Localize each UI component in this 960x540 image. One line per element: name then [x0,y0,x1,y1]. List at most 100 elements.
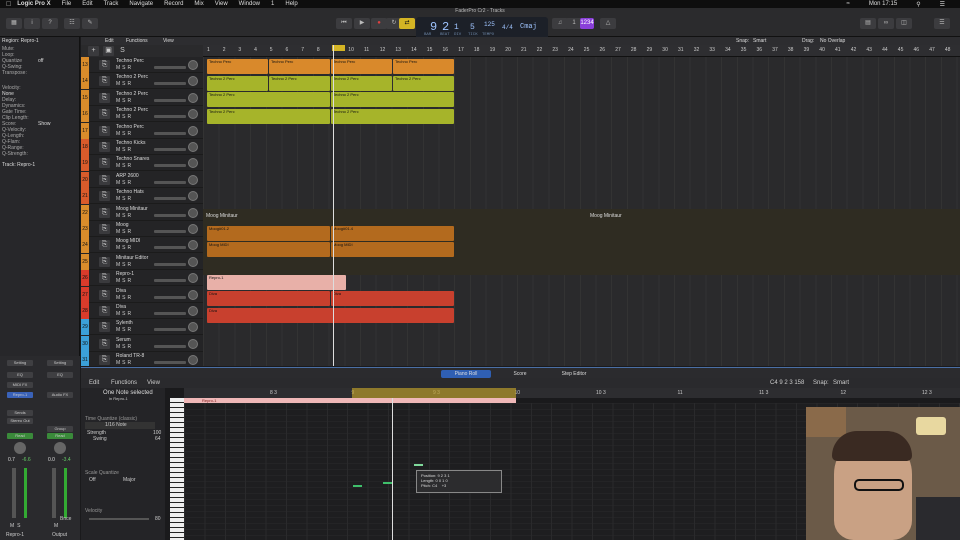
region-techno-perc[interactable]: Techno Perc [269,59,330,74]
eq-button-1[interactable]: EQ [7,372,33,378]
edit-menu[interactable]: Edit [105,38,114,44]
setting-button-2[interactable]: Setting [47,360,73,366]
track-instrument-icon[interactable]: ⎘ [99,224,110,234]
track-instrument-icon[interactable]: ⎘ [99,174,110,185]
playhead[interactable] [333,45,334,366]
track-volume-slider[interactable] [154,213,186,217]
solo-icon[interactable]: S [117,46,128,56]
rewind-button[interactable]: ⏮ [336,18,352,29]
region-techno-2-perc[interactable]: Techno 2 Perc [207,76,268,91]
track-instrument-icon[interactable]: ⎘ [99,338,110,349]
app-menu[interactable]: Logic Pro X [17,1,50,7]
track-header-22[interactable]: 22 ⎘ Moog Minitaur MSR [81,204,203,221]
track-name[interactable]: Techno Perc [116,58,144,64]
track-pan-knob[interactable] [188,76,198,87]
list-editors-button[interactable]: ☰ [934,18,950,29]
track-pan-knob[interactable] [188,92,198,103]
track-volume-slider[interactable] [154,164,186,168]
menu-window[interactable]: Window [239,1,260,7]
pr-functions-menu[interactable]: Functions [111,380,137,386]
track-header-27[interactable]: 27 ⎘ Diva MSR [81,286,203,303]
track-volume-slider[interactable] [154,82,186,86]
track-header-18[interactable]: 18 ⎘ Techno Kicks MSR [81,139,203,155]
menu-1[interactable]: 1 [271,1,274,7]
region-techno-2-perc[interactable]: Techno 2 Perc [207,109,330,124]
track-name[interactable]: Techno Perc [116,124,144,130]
group-button[interactable]: Group [47,426,73,432]
track-volume-slider[interactable] [154,279,186,283]
track-instrument-icon[interactable]: ⎘ [99,60,110,70]
track-volume-slider[interactable] [154,180,186,184]
pan-knob-2[interactable] [54,442,66,454]
drag-select[interactable]: No Overlap [820,38,845,44]
track-name[interactable]: Serum [116,337,131,343]
track-volume-slider[interactable] [154,115,186,119]
track-name[interactable]: Techno 2 Perc [116,74,148,80]
track-pan-knob[interactable] [188,142,198,152]
track-volume-slider[interactable] [154,197,186,201]
track-name[interactable]: Repro-1 [116,271,134,277]
region-repro[interactable]: Repro-1 [207,275,346,290]
time-quantize-select[interactable]: 1/16 Note [85,422,155,429]
mute-solo-record[interactable]: MSR [116,213,133,219]
insp-score-value[interactable]: Show [38,121,51,127]
region-diva[interactable]: Diva [207,308,454,323]
track-pan-knob[interactable] [188,224,198,234]
swing-value[interactable]: 64 [155,436,161,442]
region-header[interactable]: Region: Repro-1 [2,38,39,44]
notepad-button[interactable]: ▤ [860,18,876,29]
track-name[interactable]: Diva [116,304,126,310]
track-pan-knob[interactable] [188,306,198,316]
functions-menu[interactable]: Functions [126,38,148,44]
mute-solo-record[interactable]: MSR [116,229,133,235]
track-name[interactable]: Techno 2 Perc [116,91,148,97]
track-name[interactable]: Moog Minitaur [116,206,148,212]
volume-fader-1[interactable] [12,468,16,518]
mute-solo-record[interactable]: MSR [116,114,133,120]
setting-button-1[interactable]: Setting [7,360,33,366]
track-instrument-icon[interactable]: ⎘ [99,240,110,251]
mute-solo-record[interactable]: MSR [116,147,133,153]
region-techno-2-perc[interactable]: Techno 2 Perc [269,76,330,91]
mute-solo-record[interactable]: MSR [116,163,133,169]
track-instrument-icon[interactable]: ⎘ [99,322,110,333]
tab-piano-roll[interactable]: Piano Roll [441,370,491,378]
scale-quantize-off[interactable]: Off [89,477,96,483]
track-header-16[interactable]: 16 ⎘ Techno 2 Perc MSR [81,106,203,123]
midi-note-selected[interactable] [414,464,423,466]
pr-playhead[interactable] [392,398,393,540]
mute-solo-record[interactable]: MSR [116,327,133,333]
region-techno-2-perc[interactable]: Techno 2 Perc [331,109,454,124]
track-instrument-icon[interactable]: ⎘ [99,256,110,267]
help-button[interactable]: ? [42,18,58,29]
menu-navigate[interactable]: Navigate [129,1,153,7]
track-header-26[interactable]: 26 ⎘ Repro-1 MSR [81,270,203,287]
mute-solo-record[interactable]: MSR [116,262,133,268]
track-header-17[interactable]: 17 ⎘ Techno Perc MSR [81,122,203,139]
track-instrument-icon[interactable]: ⎘ [99,92,110,103]
track-header-15[interactable]: 15 ⎘ Techno 2 Perc MSR [81,89,203,106]
track-instrument-icon[interactable]: ⎘ [99,142,110,152]
cpu-meter[interactable]: 1234 [580,18,594,29]
track-instrument-icon[interactable]: ⎘ [99,355,110,366]
track-name[interactable]: Techno Hats [116,189,144,195]
track-instrument-icon[interactable]: ⎘ [99,289,110,300]
automation-read-1[interactable]: Read [7,433,33,439]
midi-note[interactable] [353,485,362,487]
menu-track[interactable]: Track [104,1,119,7]
automation-read-2[interactable]: Read [47,433,73,439]
track-header-23[interactable]: 23 ⎘ Moog MSR [81,221,203,237]
track-name[interactable]: Techno Snares [116,156,149,162]
audio-fx-button[interactable]: Audio FX [47,392,73,398]
region-techno-perc[interactable]: Techno Perc [331,59,392,74]
loop-button[interactable]: ⇄ [399,18,415,29]
duplicate-track-icon[interactable]: ▣ [103,46,114,56]
region-techno-perc[interactable]: Techno Perc [393,59,454,74]
track-volume-slider[interactable] [154,230,186,233]
track-volume-slider[interactable] [154,246,186,250]
track-pan-knob[interactable] [188,125,198,136]
mute-solo-record[interactable]: MSR [116,65,133,71]
tab-step-editor[interactable]: Step Editor [549,370,599,378]
track-name[interactable]: Techno Kicks [116,140,145,146]
midi-fx-button[interactable]: MIDI FX [7,382,33,388]
